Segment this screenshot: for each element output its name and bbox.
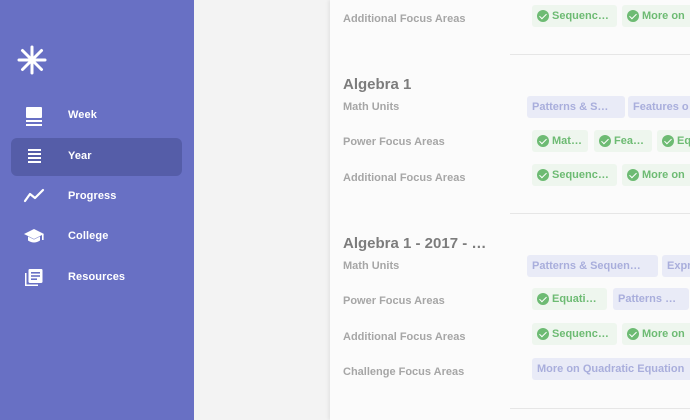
logo-icon (17, 45, 47, 75)
additional-focus-areas-label: Additional Focus Areas (343, 331, 466, 343)
course-title: Algebra 1 (343, 76, 412, 93)
year-courses-card: Additional Focus Areas Sequenc… More on … (330, 0, 690, 420)
sidebar-item-progress[interactable]: Progress (11, 178, 182, 216)
check-icon (537, 169, 549, 181)
focus-area-chip-completed[interactable]: Equati… (532, 288, 607, 310)
additional-focus-areas-label: Additional Focus Areas (343, 13, 466, 25)
math-unit-chip[interactable]: Patterns & S… (527, 96, 625, 118)
library-books-icon (25, 269, 43, 286)
section-divider (510, 213, 690, 214)
focus-area-chip-completed[interactable]: Sequenc… (532, 164, 617, 186)
focus-area-chip-completed[interactable]: Fea… (594, 130, 652, 152)
sidebar-item-resources[interactable]: Resources (11, 259, 182, 297)
week-icon (26, 107, 42, 126)
focus-area-chip-completed[interactable]: Mat… (532, 130, 588, 152)
year-list-icon (28, 149, 41, 163)
sidebar-item-label: Resources (68, 271, 126, 283)
section-divider (510, 408, 690, 409)
additional-focus-areas-label: Additional Focus Areas (343, 172, 466, 184)
math-unit-chip[interactable]: Features o (628, 96, 690, 118)
sidebar-item-week[interactable]: Week (11, 97, 182, 135)
progress-chart-icon (23, 188, 45, 203)
course-title: Algebra 1 - 2017 - … (343, 235, 487, 252)
sidebar-item-year[interactable]: Year (11, 138, 182, 176)
focus-area-chip-completed[interactable]: Eq (657, 130, 690, 152)
sidebar-item-label: College (68, 230, 109, 242)
power-focus-areas-label: Power Focus Areas (343, 136, 445, 148)
sidebar-item-label: Year (68, 150, 92, 162)
math-unit-chip[interactable]: Expr (662, 255, 690, 277)
focus-area-chip-completed[interactable]: More on (622, 5, 690, 27)
check-icon (537, 328, 549, 340)
check-icon (627, 10, 639, 22)
section-divider (510, 54, 690, 55)
focus-area-chip-completed[interactable]: Sequenc… (532, 5, 617, 27)
focus-area-chip[interactable]: Patterns … (613, 288, 689, 310)
challenge-focus-areas-label: Challenge Focus Areas (343, 366, 465, 378)
check-icon (537, 293, 549, 305)
focus-area-chip-completed[interactable]: More on (622, 164, 690, 186)
focus-area-chip-completed[interactable]: Sequenc… (532, 323, 617, 345)
check-icon (537, 135, 549, 147)
math-units-label: Math Units (343, 101, 400, 113)
check-icon (627, 169, 639, 181)
sidebar-item-college[interactable]: College (11, 218, 182, 256)
sidebar-item-label: Week (68, 109, 97, 121)
sidebar-item-label: Progress (68, 190, 117, 202)
power-focus-areas-label: Power Focus Areas (343, 295, 445, 307)
check-icon (599, 135, 611, 147)
check-icon (627, 328, 639, 340)
math-units-label: Math Units (343, 260, 400, 272)
check-icon (537, 10, 549, 22)
check-icon (662, 135, 674, 147)
math-unit-chip[interactable]: Patterns & Sequen… (527, 255, 658, 277)
focus-area-chip-completed[interactable]: More on (622, 323, 690, 345)
sidebar: Week Year Progress College Resources (0, 0, 194, 420)
graduation-cap-icon (24, 229, 44, 243)
challenge-focus-area-chip[interactable]: More on Quadratic Equation (532, 358, 690, 380)
